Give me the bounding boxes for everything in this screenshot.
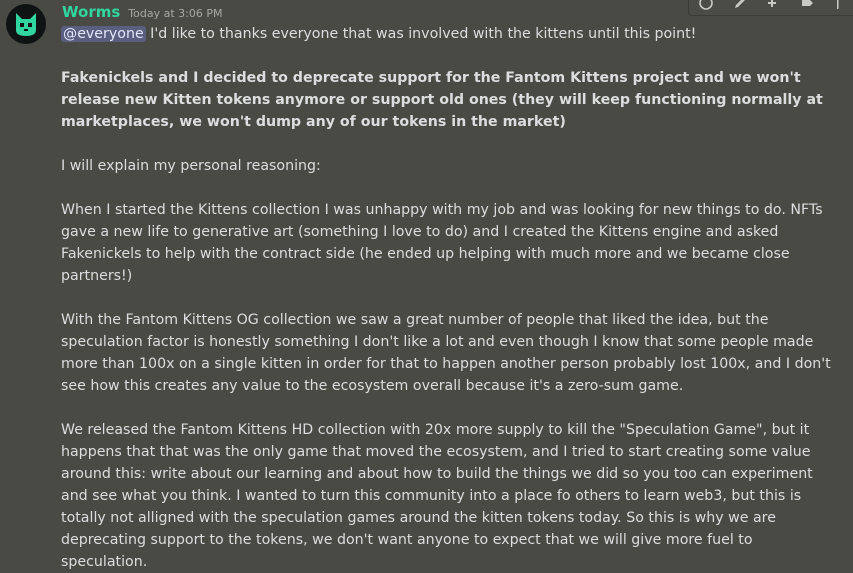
more-icon — [837, 0, 839, 9]
thread-button[interactable] — [799, 0, 817, 12]
reply-button[interactable] — [765, 0, 783, 12]
more-button[interactable] — [833, 0, 851, 12]
intro-text: I'd like to thanks everyone that was inv… — [145, 26, 697, 42]
thread-icon — [802, 0, 813, 6]
announcement-paragraph: Fakenickels and I decided to deprecate s… — [61, 70, 823, 130]
avatar[interactable] — [6, 4, 46, 44]
everyone-mention[interactable]: @everyone — [61, 26, 146, 42]
chat-message: Worms Today at 3:06 PM @everyone I'd lik… — [0, 0, 853, 570]
message-content: @everyone I'd like to thanks everyone th… — [61, 23, 841, 573]
message-toolbar — [688, 0, 853, 16]
cat-avatar-icon — [16, 13, 36, 36]
reasoning-paragraph: I will explain my personal reasoning: — [61, 158, 321, 174]
edit-icon — [735, 0, 745, 8]
intro-paragraph: @everyone I'd like to thanks everyone th… — [61, 23, 841, 45]
author-name[interactable]: Worms — [62, 3, 120, 21]
started-paragraph: When I started the Kittens collection I … — [61, 202, 823, 284]
add-reaction-button[interactable] — [697, 0, 715, 12]
message-header: Worms Today at 3:06 PM — [62, 3, 222, 21]
edit-button[interactable] — [731, 0, 749, 12]
hd-collection-paragraph: We released the Fantom Kittens HD collec… — [61, 422, 813, 570]
add-reaction-icon — [699, 0, 713, 10]
reply-icon — [768, 0, 776, 7]
og-collection-paragraph: With the Fantom Kittens OG collection we… — [61, 312, 831, 394]
message-timestamp: Today at 3:06 PM — [128, 7, 223, 20]
